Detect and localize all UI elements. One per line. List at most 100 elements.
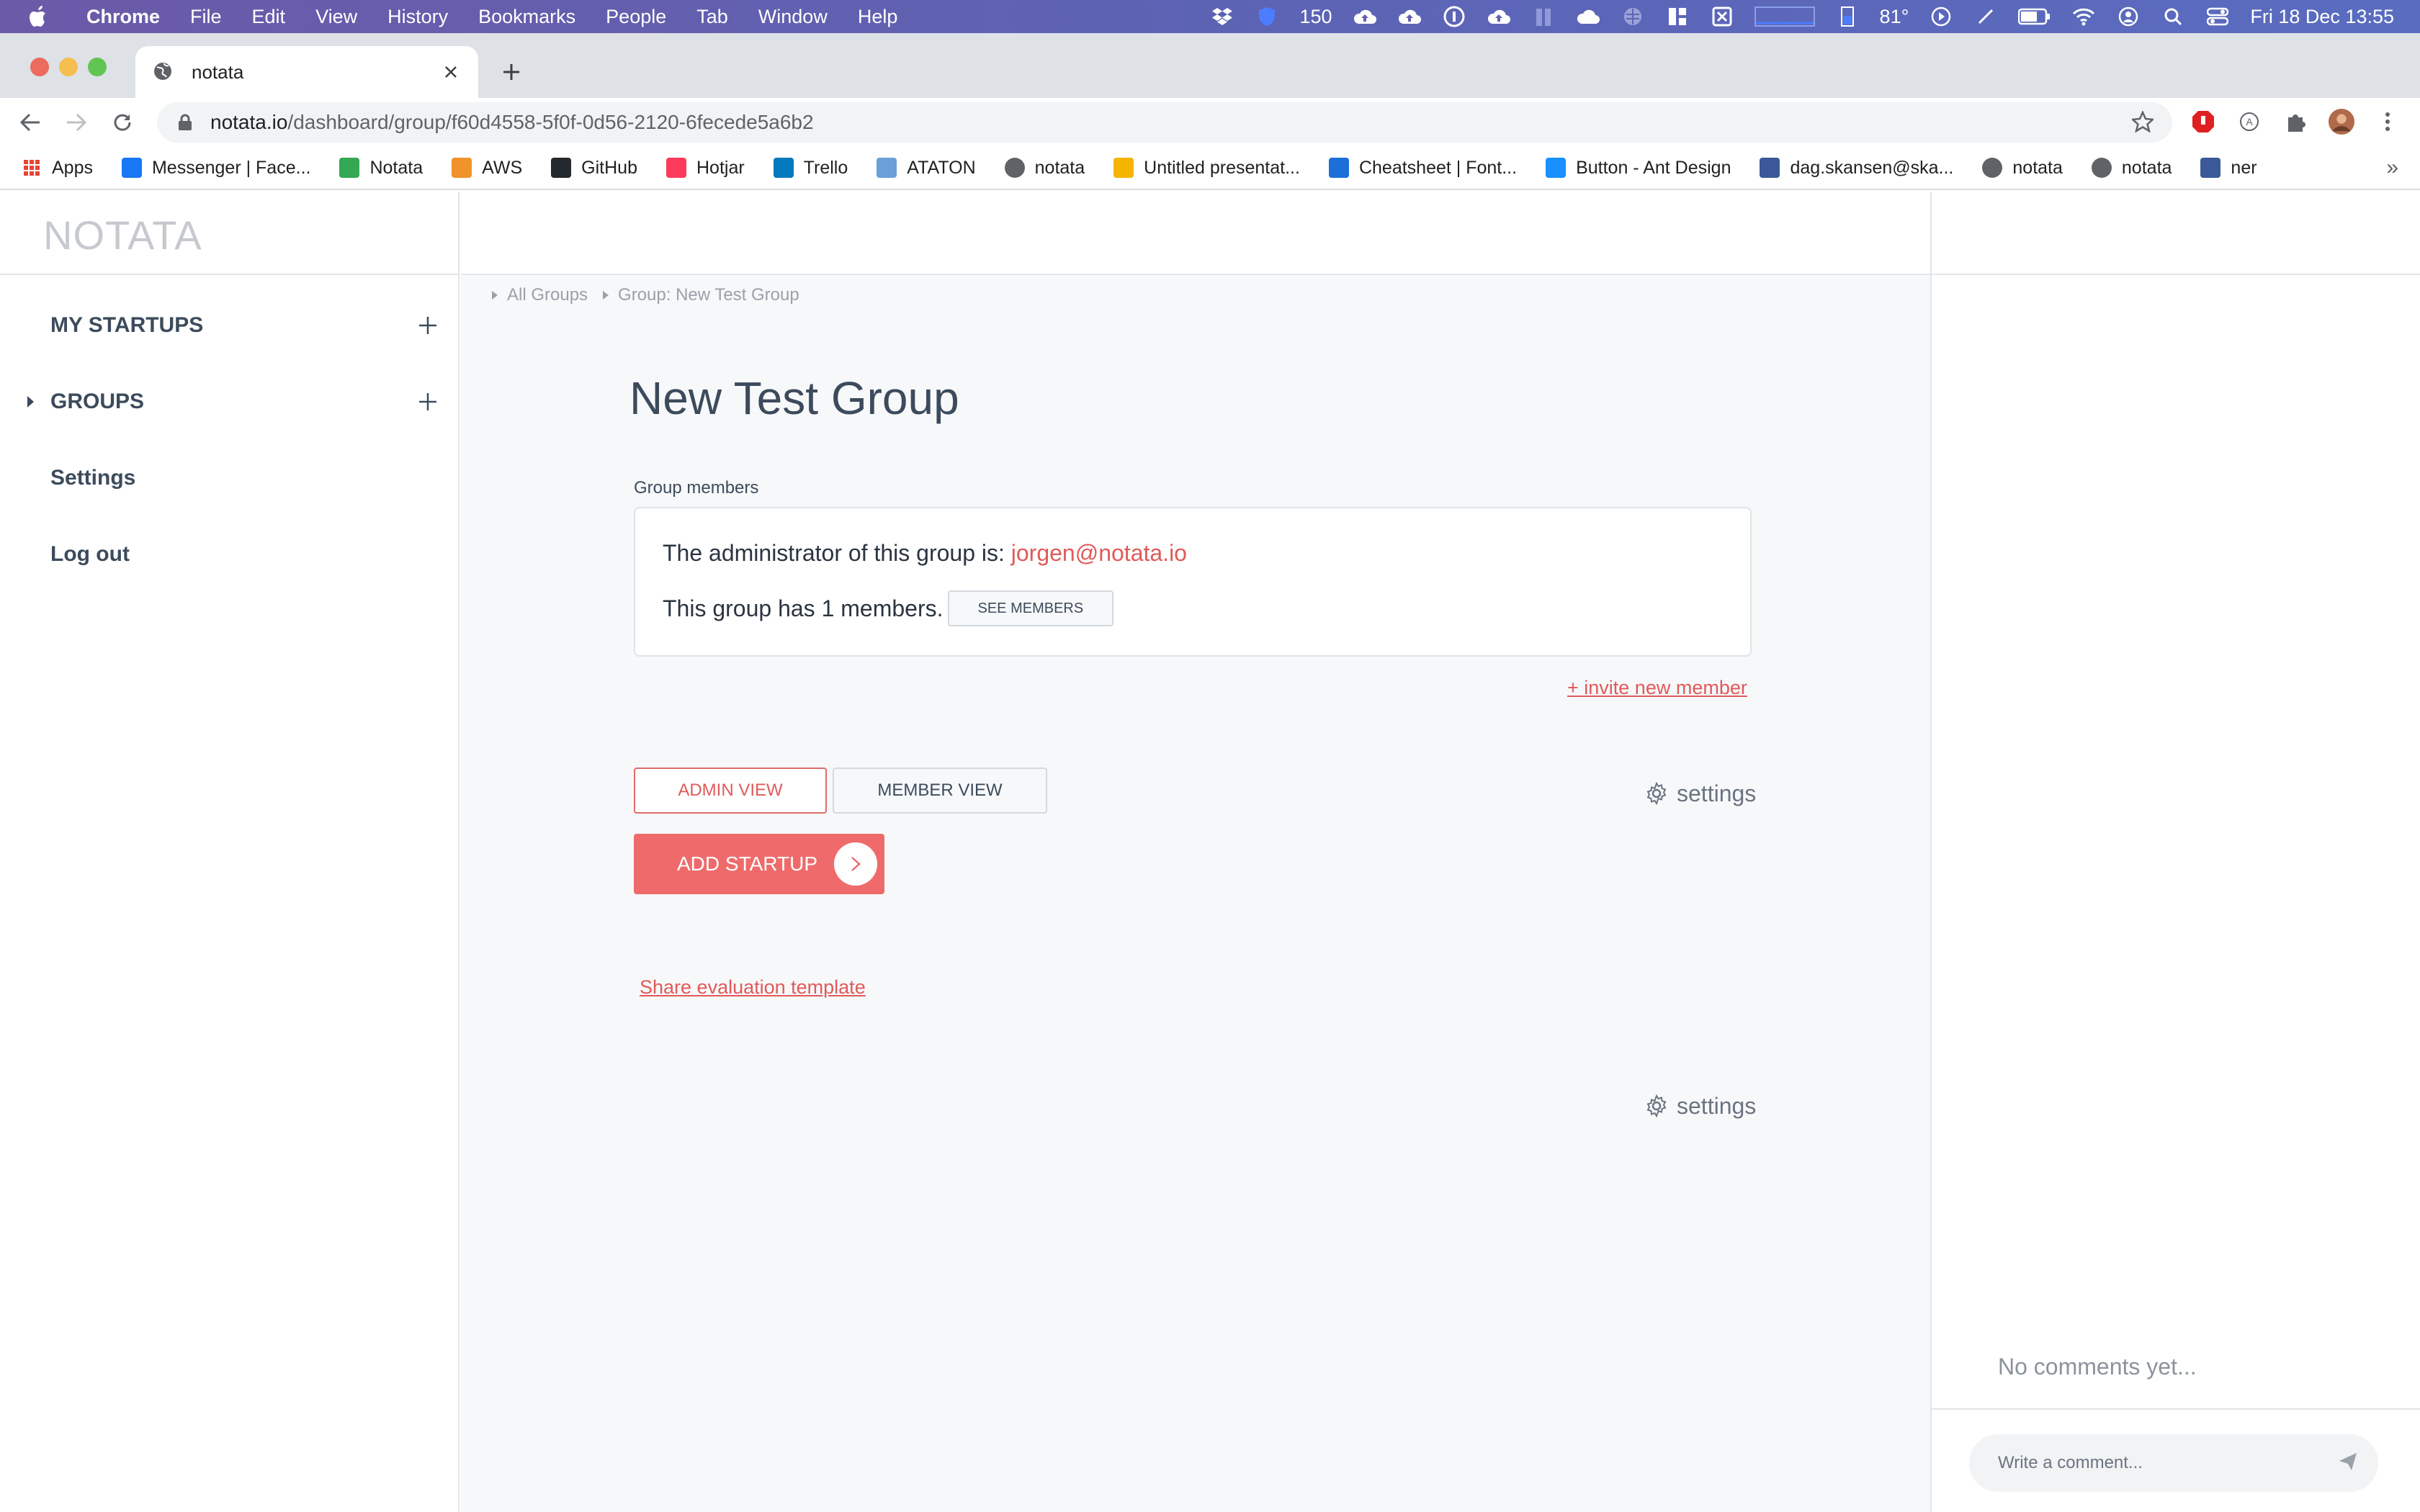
dropbox-icon[interactable] (1210, 4, 1234, 29)
globe-icon (1004, 158, 1025, 178)
bookmark-star-icon[interactable] (2132, 111, 2155, 134)
bookmark-item[interactable]: Trello (773, 158, 848, 179)
sidebar-item-my-startups[interactable]: MY STARTUPS (0, 304, 460, 347)
menu-bookmarks[interactable]: Bookmarks (478, 6, 575, 28)
translate-extension-icon[interactable]: A (2236, 108, 2263, 135)
bookmark-item[interactable]: dag.skansen@ska... (1760, 158, 1953, 179)
bookmark-item[interactable]: notata (1004, 158, 1085, 179)
apple-icon[interactable] (29, 5, 50, 28)
memory-meter-icon[interactable] (1835, 4, 1860, 29)
invite-member-link[interactable]: + invite new member (1567, 677, 1747, 699)
brain-icon[interactable] (1621, 4, 1645, 29)
menu-view[interactable]: View (315, 6, 357, 28)
reload-button[interactable] (108, 108, 137, 137)
add-startup-label: ADD STARTUP (677, 852, 817, 875)
bars-meter-icon[interactable] (1531, 4, 1556, 29)
bookmark-item[interactable]: Button - Ant Design (1546, 158, 1731, 179)
tab-title: notata (192, 60, 244, 83)
menu-file[interactable]: File (190, 6, 222, 28)
breadcrumb-label: All Groups (507, 285, 588, 305)
bookmark-item[interactable]: Notata (339, 158, 423, 179)
send-icon[interactable] (2338, 1452, 2361, 1475)
sidebar-item-groups[interactable]: GROUPS (0, 380, 460, 423)
control-center-icon[interactable] (2205, 4, 2230, 29)
menu-window[interactable]: Window (758, 6, 828, 28)
notata-logo[interactable]: NOTATA (43, 212, 202, 258)
database-icon (1760, 158, 1780, 178)
bookmark-item[interactable]: Messenger | Face... (121, 158, 310, 179)
cloud-upload-icon[interactable] (1353, 4, 1377, 29)
new-tab-button[interactable] (497, 58, 526, 86)
bookmark-item[interactable]: notata (1982, 158, 2063, 179)
window-zoom-button[interactable] (88, 58, 107, 76)
breadcrumb-item-all-groups[interactable]: All Groups (491, 285, 588, 305)
group-settings-link[interactable]: settings (1645, 1093, 1756, 1120)
comment-input[interactable]: Write a comment... (1969, 1434, 2378, 1492)
gear-icon (1645, 781, 1670, 806)
window-close-button[interactable] (30, 58, 49, 76)
menu-app-name[interactable]: Chrome (86, 6, 160, 28)
add-startup-plus-icon[interactable] (416, 314, 439, 337)
bookmark-item[interactable]: Cheatsheet | Font... (1328, 158, 1517, 179)
wifi-icon[interactable] (2071, 4, 2096, 29)
weather-cloud-icon[interactable] (1576, 4, 1600, 29)
caret-right-icon (602, 290, 609, 300)
user-account-icon[interactable] (2116, 4, 2141, 29)
cloud-backup-icon[interactable] (1487, 4, 1511, 29)
browser-tab-active[interactable]: notata (135, 46, 478, 98)
back-button[interactable] (16, 108, 45, 137)
sidebar-item-label: GROUPS (50, 390, 145, 413)
settings-label: settings (1677, 1093, 1757, 1119)
bookmark-item[interactable]: Hotjar (666, 158, 745, 179)
bookmark-item[interactable]: Apps (22, 158, 93, 179)
main-content: All Groups Group: New Test Group New Tes… (461, 192, 1930, 1512)
sidebar-item-settings[interactable]: Settings (0, 456, 460, 500)
breadcrumb-item-group[interactable]: Group: New Test Group (602, 285, 799, 305)
screenshot-icon[interactable] (1710, 4, 1734, 29)
extensions-puzzle-icon[interactable] (2282, 108, 2309, 135)
add-startup-button[interactable]: ADD STARTUP (634, 834, 884, 894)
profile-avatar[interactable] (2328, 108, 2355, 135)
bookmark-item[interactable]: ner (2200, 158, 2257, 179)
menu-people[interactable]: People (606, 6, 666, 28)
sidebar-item-logout[interactable]: Log out (0, 533, 460, 576)
forward-button[interactable] (62, 108, 91, 137)
cloud-sync-icon[interactable] (1397, 4, 1422, 29)
bookmarks-overflow-button[interactable]: » (2386, 156, 2398, 180)
bookmark-item[interactable]: notata (2091, 158, 2172, 179)
bookmark-item[interactable]: AWS (452, 158, 522, 179)
admin-view-button[interactable]: ADMIN VIEW (634, 768, 827, 814)
aws-cube-icon (452, 158, 472, 178)
cpu-graph-icon[interactable] (1754, 4, 1815, 29)
adblock-extension-icon[interactable] (2190, 108, 2217, 135)
close-icon[interactable] (441, 62, 461, 82)
menu-help[interactable]: Help (858, 6, 898, 28)
menu-tab[interactable]: Tab (696, 6, 728, 28)
menubar-clock[interactable]: Fri 18 Dec 13:55 (2250, 6, 2394, 28)
bookmark-item[interactable]: GitHub (551, 158, 637, 179)
slash-tool-icon[interactable] (1973, 4, 1998, 29)
caret-right-icon[interactable] (26, 395, 36, 409)
layout-grid-icon[interactable] (1665, 4, 1690, 29)
admin-info: The administrator of this group is: jorg… (663, 540, 1187, 567)
member-view-button[interactable]: MEMBER VIEW (833, 768, 1047, 814)
battery-icon[interactable] (2018, 4, 2051, 29)
window-minimize-button[interactable] (59, 58, 78, 76)
ataton-a-icon (877, 158, 897, 178)
spotlight-search-icon[interactable] (2161, 4, 2185, 29)
play-circle-icon[interactable] (1929, 4, 1953, 29)
address-bar[interactable]: notata.io/dashboard/group/f60d4558-5f0f-… (157, 102, 2172, 143)
see-members-button[interactable]: SEE MEMBERS (947, 590, 1114, 626)
add-group-plus-icon[interactable] (416, 390, 439, 413)
bookmark-item[interactable]: ATATON (877, 158, 976, 179)
menu-history[interactable]: History (387, 6, 448, 28)
menu-edit[interactable]: Edit (252, 6, 286, 28)
status-count: 150 (1299, 5, 1332, 27)
chrome-menu-icon[interactable] (2374, 108, 2401, 135)
onepassword-icon[interactable] (1442, 4, 1466, 29)
view-settings-link[interactable]: settings (1645, 780, 1756, 807)
bookmark-item[interactable]: Untitled presentat... (1113, 158, 1300, 179)
share-evaluation-template-link[interactable]: Share evaluation template (640, 976, 866, 999)
lock-icon[interactable] (177, 114, 194, 131)
shield-status-icon[interactable] (1255, 4, 1279, 29)
